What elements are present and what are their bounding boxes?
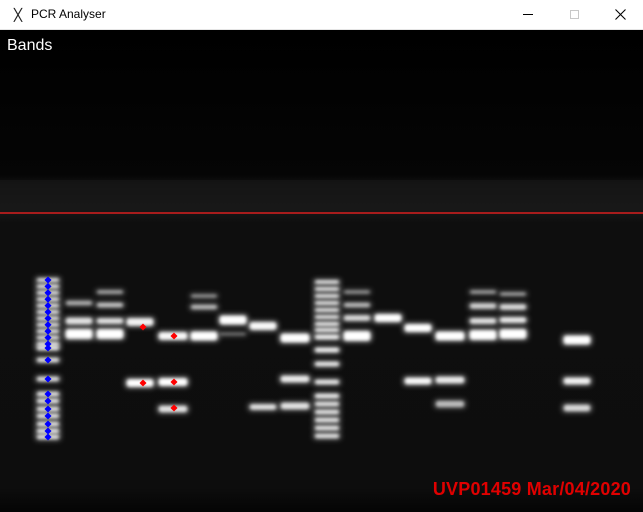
band (281, 403, 309, 409)
band (250, 322, 276, 330)
band (97, 318, 123, 324)
band (315, 301, 339, 305)
device-stamp: UVP01459 Mar/04/2020 (432, 479, 631, 499)
band (66, 329, 92, 339)
band (344, 303, 370, 307)
band (315, 335, 339, 339)
title-bar: ᚷ PCR Analyser (0, 0, 643, 30)
band (315, 315, 339, 319)
minimize-button[interactable] (505, 0, 551, 29)
band (315, 402, 339, 406)
band (315, 434, 339, 438)
band (66, 318, 92, 324)
band (500, 292, 526, 296)
maximize-button[interactable] (551, 0, 597, 29)
band (470, 330, 496, 340)
band (281, 376, 309, 382)
minimize-icon (523, 14, 533, 15)
gel-image (0, 30, 643, 512)
band (405, 378, 431, 384)
band (470, 290, 496, 294)
bands-label: Bands (7, 37, 53, 54)
band (220, 316, 246, 324)
band (315, 426, 339, 430)
app-icon: ᚷ (13, 6, 23, 24)
band (315, 287, 339, 291)
band (564, 405, 590, 411)
band (470, 303, 496, 309)
window-title: PCR Analyser (31, 7, 106, 21)
band (500, 317, 526, 323)
band (127, 318, 153, 326)
band (191, 332, 217, 340)
band (564, 378, 590, 384)
band (344, 315, 370, 321)
band (315, 308, 339, 312)
band (405, 324, 431, 332)
band (315, 380, 339, 384)
band (436, 377, 464, 383)
band (315, 418, 339, 422)
band (470, 318, 496, 324)
gel-background (0, 30, 643, 512)
band (97, 290, 123, 294)
band (436, 332, 464, 340)
band (191, 305, 217, 309)
band (315, 348, 339, 352)
band (315, 410, 339, 414)
band (315, 280, 339, 284)
band (315, 322, 339, 326)
maximize-icon (569, 10, 579, 19)
close-button[interactable] (597, 0, 643, 29)
band (250, 404, 276, 410)
band (97, 329, 123, 339)
band (315, 294, 339, 298)
band (500, 304, 526, 310)
band (500, 329, 526, 339)
gel-image-canvas[interactable] (0, 30, 643, 512)
well-strip (0, 180, 643, 210)
band (191, 294, 217, 298)
band (436, 401, 464, 407)
band (66, 301, 92, 305)
band (344, 290, 370, 294)
band (375, 314, 401, 322)
band (315, 394, 339, 398)
band (564, 336, 590, 344)
band (315, 328, 339, 332)
band (344, 331, 370, 341)
band (315, 362, 339, 366)
band (281, 334, 309, 342)
band (97, 303, 123, 307)
close-icon (614, 9, 626, 20)
band (220, 332, 246, 336)
